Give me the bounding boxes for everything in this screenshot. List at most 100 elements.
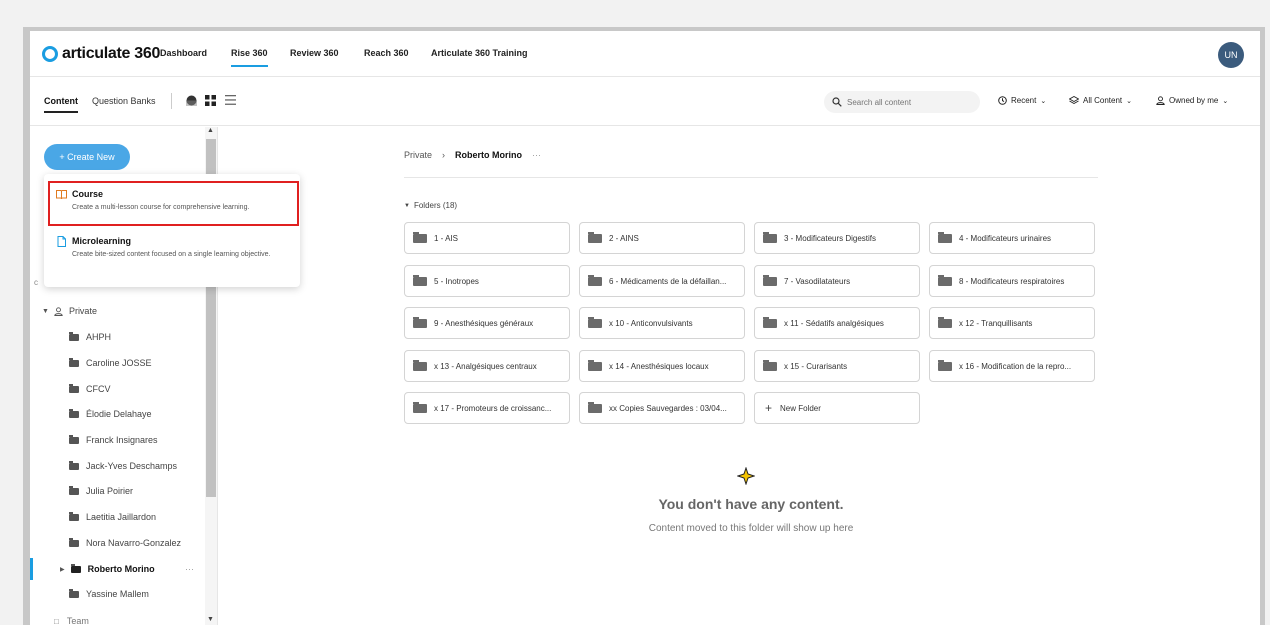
tree-folder[interactable]: Franck Insignares (30, 430, 200, 450)
folder-card[interactable]: 7 - Vasodilatateurs (754, 265, 920, 297)
tab-content[interactable]: Content (44, 96, 78, 113)
folder-card[interactable]: 9 - Anesthésiques généraux (404, 307, 570, 339)
nav-training[interactable]: Articulate 360 Training (431, 48, 528, 58)
tree-folder[interactable]: Julia Poirier (30, 481, 200, 501)
top-nav: articulate 360 Dashboard Rise 360 Review… (30, 31, 1260, 77)
tree-folder[interactable]: Jack-Yves Deschamps (30, 456, 200, 476)
new-folder-button[interactable]: + New Folder (754, 392, 920, 424)
folder-label: Jack-Yves Deschamps (86, 461, 178, 471)
folder-label: Yassine Mallem (86, 589, 149, 599)
folder-card-label: 1 - AIS (434, 233, 459, 243)
folder-card-label: x 11 - Sédatifs analgésiques (784, 318, 884, 328)
folder-icon (588, 231, 602, 243)
clock-icon (998, 96, 1007, 105)
folder-card[interactable]: x 16 - Modification de la repro... (929, 350, 1095, 382)
caret-down-icon: ▼ (404, 202, 410, 209)
folder-card[interactable]: 4 - Modificateurs urinaires (929, 222, 1095, 254)
folder-card-label: x 14 - Anesthésiques locaux (609, 361, 709, 371)
scroll-up-icon[interactable]: ▲ (207, 127, 214, 134)
tree-team[interactable]: □ Team (30, 611, 200, 625)
tree-team-label: Team (66, 616, 89, 625)
avatar[interactable]: UN (1218, 42, 1244, 68)
breadcrumb-private[interactable]: Private (404, 150, 432, 160)
folder-icon (69, 485, 79, 495)
menu-item-desc: Create bite-sized content focused on a s… (72, 251, 271, 258)
empty-state-title: You don't have any content. (658, 496, 844, 512)
menu-item-microlearning[interactable]: Microlearning Create bite-sized content … (44, 236, 300, 259)
folder-label: CFCV (86, 384, 111, 394)
folder-card-label: x 16 - Modification de la repro... (959, 361, 1072, 371)
new-folder-label: New Folder (780, 403, 821, 413)
folder-card-label: 8 - Modificateurs respiratoires (959, 276, 1065, 286)
search-input[interactable] (847, 97, 967, 107)
filter-owned-by-me[interactable]: Owned by me ⌄ (1156, 96, 1228, 105)
folder-card[interactable]: 2 - AINS (579, 222, 745, 254)
tree-folder[interactable]: Élodie Delahaye (30, 404, 200, 424)
empty-state-subtitle: Content moved to this folder will show u… (648, 523, 854, 534)
folder-icon (763, 274, 777, 286)
plus-icon: + (765, 401, 773, 415)
folder-card-label: xx Copies Sauvegardes : 03/04... (609, 403, 727, 413)
theme-toggle-icon[interactable] (185, 94, 197, 106)
folder-label: Roberto Morino (87, 564, 155, 574)
logo-text: articulate 360 (62, 45, 161, 62)
caret-right-icon: ▶ (60, 566, 65, 573)
folder-card[interactable]: x 12 - Tranquillisants (929, 307, 1095, 339)
folder-card[interactable]: x 15 - Curarisants (754, 350, 920, 382)
tree-folder-selected[interactable]: ▶ Roberto Morino ··· (30, 559, 200, 579)
tree-private[interactable]: ▼ Private (30, 301, 200, 321)
tree-folder[interactable]: CFCV (30, 379, 200, 399)
folder-icon (588, 401, 602, 413)
team-icon: □ (54, 616, 59, 625)
app: articulate 360 Dashboard Rise 360 Review… (30, 31, 1260, 625)
folder-icon (938, 359, 952, 371)
tree-folder[interactable]: Nora Navarro-Gonzalez (30, 533, 200, 553)
tree-folder[interactable]: Caroline JOSSE (30, 353, 200, 373)
tree-folder[interactable]: Yassine Mallem (30, 584, 200, 604)
folder-icon (938, 274, 952, 286)
nav-rise-360[interactable]: Rise 360 (231, 48, 268, 67)
more-options-icon[interactable]: ··· (532, 150, 541, 160)
folder-card[interactable]: x 13 - Analgésiques centraux (404, 350, 570, 382)
folder-card[interactable]: 1 - AIS (404, 222, 570, 254)
folder-card-label: 6 - Médicaments de la défaillan... (609, 276, 727, 286)
tab-question-banks[interactable]: Question Banks (92, 96, 156, 106)
more-options-icon[interactable]: ··· (185, 564, 194, 574)
folder-card[interactable]: x 14 - Anesthésiques locaux (579, 350, 745, 382)
folder-card[interactable]: 5 - Inotropes (404, 265, 570, 297)
folder-card-label: x 10 - Anticonvulsivants (609, 318, 693, 328)
list-view-icon[interactable] (224, 94, 236, 106)
folder-icon (413, 274, 427, 286)
nav-dashboard[interactable]: Dashboard (160, 48, 207, 58)
divider (404, 177, 1098, 178)
search-box[interactable] (824, 91, 980, 113)
folder-icon (69, 383, 79, 393)
folder-icon (69, 331, 79, 341)
scroll-down-icon[interactable]: ▼ (207, 616, 214, 623)
nav-review-360[interactable]: Review 360 (290, 48, 339, 58)
folder-card[interactable]: x 11 - Sédatifs analgésiques (754, 307, 920, 339)
tree-folder[interactable]: Laetitia Jaillardon (30, 507, 200, 527)
tree-folder[interactable]: AHPH (30, 327, 200, 347)
folder-card[interactable]: 3 - Modificateurs Digestifs (754, 222, 920, 254)
folder-card[interactable]: x 17 - Promoteurs de croissanc... (404, 392, 570, 424)
filter-recent[interactable]: Recent ⌄ (998, 96, 1046, 105)
filter-all-content[interactable]: All Content ⌄ (1069, 96, 1132, 105)
folder-card[interactable]: xx Copies Sauvegardes : 03/04... (579, 392, 745, 424)
folders-section-toggle[interactable]: ▼ Folders (18) (404, 201, 457, 210)
folder-card-label: 9 - Anesthésiques généraux (434, 318, 534, 328)
folder-card[interactable]: x 10 - Anticonvulsivants (579, 307, 745, 339)
folder-icon (588, 316, 602, 328)
folder-card-label: x 12 - Tranquillisants (959, 318, 1033, 328)
logo[interactable]: articulate 360 (42, 45, 160, 63)
nav-reach-360[interactable]: Reach 360 (364, 48, 409, 58)
folder-card-label: 3 - Modificateurs Digestifs (784, 233, 877, 243)
chevron-right-icon: › (442, 150, 446, 160)
folder-card[interactable]: 8 - Modificateurs respiratoires (929, 265, 1095, 297)
folder-card[interactable]: 6 - Médicaments de la défaillan... (579, 265, 745, 297)
grid-view-icon[interactable] (204, 94, 216, 106)
search-icon (832, 97, 842, 107)
folders-header: Folders (18) (413, 201, 458, 210)
chevron-down-icon: ⌄ (1040, 97, 1047, 105)
create-new-button[interactable]: + Create New (44, 144, 130, 170)
